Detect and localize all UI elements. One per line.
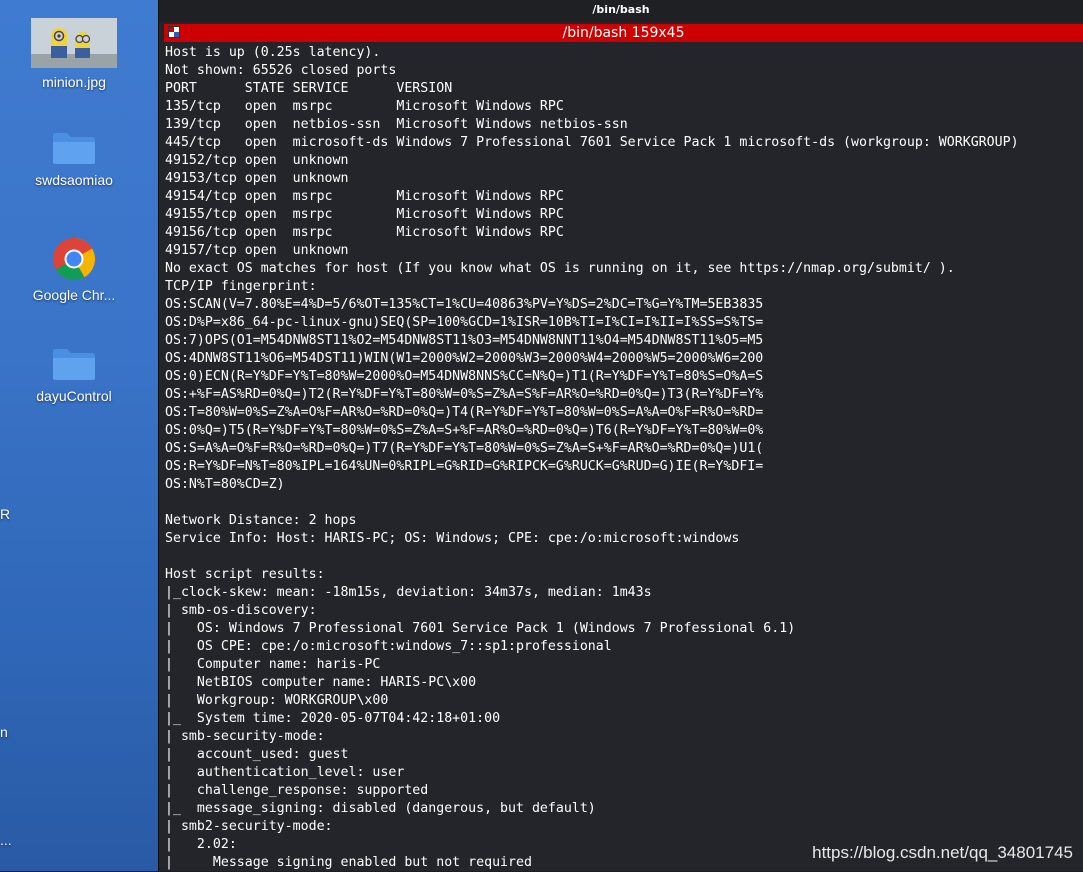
image-thumbnail-icon — [31, 18, 117, 68]
terminal-line: 49153/tcp open unknown — [165, 171, 349, 186]
terminal-line: TCP/IP fingerprint: — [165, 279, 317, 294]
terminal-line: OS:0)ECN(R=Y%DF=Y%T=80%W=2000%O=M54DNW8N… — [165, 369, 764, 384]
terminal-line: OS:+%F=AS%RD=0%Q=)T2(R=Y%DF=Y%T=80%W=0%S… — [165, 387, 764, 402]
terminal-line: | smb-security-mode: — [165, 729, 325, 744]
terminal-tab[interactable]: /bin/bash 159x45 — [164, 24, 1083, 42]
terminal-line: OS:N%T=80%CD=Z) — [165, 477, 285, 492]
terminal-line: | Workgroup: WORKGROUP\x00 — [165, 693, 389, 708]
terminal-line: OS:7)OPS(O1=M54DNW8ST11%O2=M54DNW8ST11%O… — [165, 333, 764, 348]
terminal-line: 49155/tcp open msrpc Microsoft Windows R… — [165, 207, 564, 222]
terminal-line: | smb2-security-mode: — [165, 819, 333, 834]
terminal-line: |_ System time: 2020-05-07T04:42:18+01:0… — [165, 711, 501, 726]
desktop-icon-swdsaomiao[interactable]: swdsaomiao — [16, 130, 132, 188]
terminal-line: PORT STATE SERVICE VERSION — [165, 81, 453, 96]
terminal-line: 135/tcp open msrpc Microsoft Windows RPC — [165, 99, 564, 114]
terminal-line: OS:SCAN(V=7.80%E=4%D=5/6%OT=135%CT=1%CU=… — [165, 297, 764, 312]
terminal-line: 49152/tcp open unknown — [165, 153, 349, 168]
tab-split-icon[interactable] — [168, 26, 180, 38]
terminal-line: 139/tcp open netbios-ssn Microsoft Windo… — [165, 117, 628, 132]
terminal-line: 49156/tcp open msrpc Microsoft Windows R… — [165, 225, 564, 240]
terminal-line: | challenge_response: supported — [165, 783, 429, 798]
terminal-line: | OS CPE: cpe:/o:microsoft:windows_7::sp… — [165, 639, 612, 654]
folder-icon — [53, 349, 95, 380]
terminal-line: OS:D%P=x86_64-pc-linux-gnu)SEQ(SP=100%GC… — [165, 315, 764, 330]
desktop-icon-dayucontrol[interactable]: dayuControl — [16, 346, 132, 404]
terminal-line: 445/tcp open microsoft-ds Windows 7 Prof… — [165, 135, 1019, 150]
terminal-line: OS:S=A%A=O%F=R%O=%RD=0%Q=)T7(R=Y%DF=Y%T=… — [165, 441, 764, 456]
folder-icon — [53, 133, 95, 164]
terminal-line: Host script results: — [165, 567, 325, 582]
terminal-line: |_ message_signing: disabled (dangerous,… — [165, 801, 596, 816]
terminal-line: 49154/tcp open msrpc Microsoft Windows R… — [165, 189, 564, 204]
chrome-icon — [53, 237, 96, 281]
desktop-icon-label: swdsaomiao — [35, 172, 113, 188]
watermark: https://blog.csdn.net/qq_34801745 — [812, 843, 1073, 862]
terminal-line: | OS: Windows 7 Professional 7601 Servic… — [165, 621, 796, 636]
terminal-window[interactable]: /bin/bash /bin/bash 159x45 Host is up (0… — [158, 0, 1083, 871]
terminal-line: | account_used: guest — [165, 747, 349, 762]
clipped-desktop-label[interactable]: ... — [0, 832, 12, 848]
desktop-icon-chrome[interactable]: Google Chr... — [16, 237, 132, 303]
terminal-line: |_clock-skew: mean: -18m15s, deviation: … — [165, 585, 652, 600]
desktop: minion.jpg swdsaomiao Google Chr... dayu… — [0, 0, 158, 871]
terminal-line: OS:R=Y%DF=N%T=80%IPL=164%UN=0%RIPL=G%RID… — [165, 459, 764, 474]
tab-title: /bin/bash 159x45 — [562, 25, 685, 41]
terminal-line: 49157/tcp open unknown — [165, 243, 349, 258]
desktop-icon-label: dayuControl — [36, 388, 112, 404]
terminal-line: | Computer name: haris-PC — [165, 657, 381, 672]
terminal-line: Network Distance: 2 hops — [165, 513, 357, 528]
desktop-icon-minion[interactable]: minion.jpg — [16, 18, 132, 90]
clipped-desktop-label[interactable]: n — [0, 724, 8, 740]
desktop-icon-label: minion.jpg — [42, 74, 106, 90]
terminal-line: OS:4DNW8ST11%O6=M54DST11)WIN(W1=2000%W2=… — [165, 351, 764, 366]
terminal-line: Service Info: Host: HARIS-PC; OS: Window… — [165, 531, 740, 546]
terminal-line: No exact OS matches for host (If you kno… — [165, 261, 955, 276]
window-title: /bin/bash — [159, 0, 1083, 22]
clipped-desktop-label[interactable]: R — [0, 506, 10, 522]
terminal-line: Host is up (0.25s latency). — [165, 45, 381, 60]
terminal-line: | authentication_level: user — [165, 765, 405, 780]
terminal-output[interactable]: Host is up (0.25s latency). Not shown: 65… — [165, 44, 1083, 872]
desktop-icon-label: Google Chr... — [32, 287, 116, 303]
terminal-line: OS:0%Q=)T5(R=Y%DF=Y%T=80%W=0%S=Z%A=S+%F=… — [165, 423, 764, 438]
terminal-line: | smb-os-discovery: — [165, 603, 317, 618]
terminal-line: Not shown: 65526 closed ports — [165, 63, 397, 78]
terminal-line: OS:T=80%W=0%S=Z%A=O%F=AR%O=%RD=0%Q=)T4(R… — [165, 405, 764, 420]
terminal-line: | NetBIOS computer name: HARIS-PC\x00 — [165, 675, 477, 690]
